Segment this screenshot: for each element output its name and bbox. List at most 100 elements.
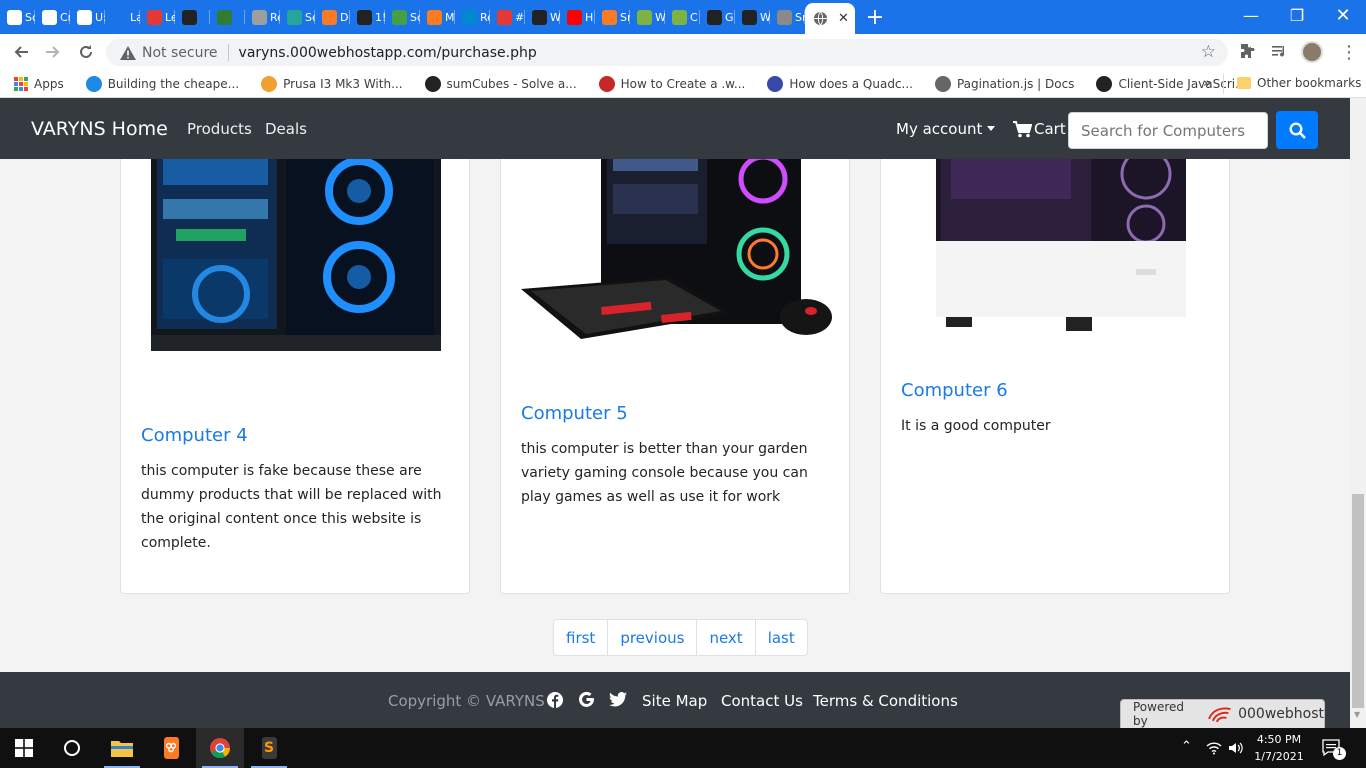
account-dropdown[interactable]: My account (896, 120, 995, 138)
browser-tab[interactable]: Se (280, 0, 315, 34)
wifi-icon[interactable] (1206, 740, 1222, 759)
close-tab-icon[interactable]: ✕ (838, 11, 849, 26)
twitter-icon[interactable] (609, 692, 627, 711)
show-hidden-icons-icon[interactable]: ⌃ (1181, 739, 1192, 754)
page-previous-button[interactable]: previous (608, 620, 698, 655)
action-center-button[interactable]: 1 (1322, 739, 1346, 761)
volume-icon[interactable] (1228, 740, 1244, 759)
web-page: Computer 4 this computer is fake because… (0, 98, 1350, 728)
chrome-menu-icon[interactable]: ⋮ (1340, 42, 1358, 63)
address-bar[interactable]: Not secure varyns.000webhostapp.com/purc… (106, 39, 1228, 66)
browser-tab[interactable]: # (490, 0, 525, 34)
reload-button[interactable] (74, 40, 98, 64)
browser-tab-label: Cr (60, 10, 70, 24)
new-tab-button[interactable]: + (855, 0, 895, 34)
page-scrollbar[interactable]: ▼ (1350, 98, 1366, 728)
search-taskbar-button[interactable] (48, 728, 96, 768)
bookmark-star-icon[interactable]: ☆ (1201, 42, 1216, 62)
browser-tab[interactable]: Re (455, 0, 490, 34)
file-explorer-button[interactable] (98, 728, 146, 768)
browser-tab[interactable]: D (315, 0, 350, 34)
diamond-icon (85, 75, 102, 92)
search-input[interactable] (1068, 112, 1268, 149)
extensions-icon[interactable] (1239, 43, 1255, 63)
page-first-button[interactable]: first (554, 620, 609, 655)
bookmark-item[interactable]: How does a Quadc... (767, 75, 913, 92)
wix-icon (357, 9, 372, 25)
profile-avatar[interactable] (1301, 41, 1323, 63)
browser-tab-label: Se (305, 10, 315, 24)
browser-tab[interactable]: Re (245, 0, 280, 34)
bookmark-item[interactable]: Building the cheape... (85, 75, 239, 92)
google-icon[interactable] (578, 691, 595, 712)
browser-tab[interactable]: C (665, 0, 700, 34)
bookmark-item[interactable]: sumCubes - Solve a... (424, 75, 577, 92)
sublime-button[interactable]: S (245, 728, 293, 768)
restore-button[interactable]: ❐ (1274, 0, 1320, 30)
browser-tab[interactable]: M (420, 0, 455, 34)
browser-tab[interactable]: Sr (770, 0, 805, 34)
browser-tab[interactable]: La (105, 0, 140, 34)
xampp-icon: ꕢ (163, 737, 179, 759)
nav-deals[interactable]: Deals (265, 120, 307, 138)
omnibox-divider (227, 44, 229, 61)
xampp-button[interactable]: ꕢ (147, 728, 195, 768)
scrollbar-thumb[interactable] (1352, 494, 1364, 708)
chrome-taskbar-button[interactable] (196, 728, 244, 768)
page-next-button[interactable]: next (697, 620, 756, 655)
bookmarks-overflow-button[interactable]: » (1203, 76, 1211, 91)
bookmark-item[interactable]: Client-Side JavaScri... (1096, 75, 1247, 92)
footer-link-contact[interactable]: Contact Us (721, 692, 803, 710)
security-indicator[interactable]: Not secure (120, 45, 218, 61)
back-button[interactable] (9, 40, 33, 64)
chat-icon (532, 9, 547, 25)
bookmark-item[interactable]: How to Create a .w... (598, 75, 745, 92)
system-clock[interactable]: 4:50 PM 1/7/2021 (1248, 731, 1310, 765)
close-window-button[interactable]: ✕ (1320, 0, 1366, 30)
browser-tab[interactable]: H (560, 0, 595, 34)
browser-tab[interactable]: Sc (0, 0, 35, 34)
browser-tab[interactable]: W (525, 0, 560, 34)
url-text[interactable]: varyns.000webhostapp.com/purchase.php (239, 45, 537, 61)
start-button[interactable] (0, 728, 48, 768)
browser-tab[interactable]: U: (70, 0, 105, 34)
other-bookmarks[interactable]: Other bookmarks (1237, 76, 1361, 90)
forward-button[interactable] (41, 40, 65, 64)
footer-link-terms[interactable]: Terms & Conditions (813, 692, 958, 710)
browser-tab[interactable]: Sc (385, 0, 420, 34)
bookmark-item[interactable]: Prusa I3 Mk3 With... (261, 75, 403, 92)
browser-tab[interactable]: Cr (35, 0, 70, 34)
browser-tab[interactable]: W (630, 0, 665, 34)
scroll-down-arrow-icon[interactable]: ▼ (1354, 710, 1360, 719)
browser-tab[interactable]: Sr (595, 0, 630, 34)
nav-products[interactable]: Products (187, 120, 252, 138)
facebook-icon[interactable] (547, 692, 563, 712)
minimize-button[interactable]: — (1228, 0, 1274, 30)
media-control-icon[interactable] (1271, 43, 1287, 63)
browser-tab[interactable] (210, 0, 245, 34)
product-image[interactable] (121, 139, 469, 359)
bookmark-item[interactable]: Apps (14, 76, 64, 91)
product-image[interactable] (501, 139, 849, 379)
browser-tab[interactable]: 1! (350, 0, 385, 34)
product-image[interactable] (881, 139, 1229, 349)
cart-link[interactable]: Cart (1013, 120, 1066, 138)
product-card: Computer 4 this computer is fake because… (120, 138, 470, 594)
bookmark-item[interactable]: Pagination.js | Docs (934, 75, 1074, 92)
footer-link-site-map[interactable]: Site Map (642, 692, 707, 710)
browser-tab-active[interactable]: ✕ (805, 3, 855, 34)
product-title[interactable]: Computer 4 (141, 425, 248, 446)
browser-tab[interactable] (175, 0, 210, 34)
powered-by-badge[interactable]: Powered by 000webhost (1120, 699, 1325, 728)
search-button[interactable] (1276, 111, 1318, 149)
page-last-button[interactable]: last (756, 620, 807, 655)
forward-arrow-icon (46, 46, 60, 58)
react-icon (462, 9, 477, 25)
product-title[interactable]: Computer 5 (521, 403, 628, 424)
browser-tab[interactable]: Le (140, 0, 175, 34)
browser-tab[interactable]: G (700, 0, 735, 34)
product-title[interactable]: Computer 6 (901, 380, 1008, 401)
browser-tab[interactable]: W (735, 0, 770, 34)
chart-green-icon (392, 9, 407, 25)
brand-home-link[interactable]: VARYNS Home (31, 118, 168, 140)
